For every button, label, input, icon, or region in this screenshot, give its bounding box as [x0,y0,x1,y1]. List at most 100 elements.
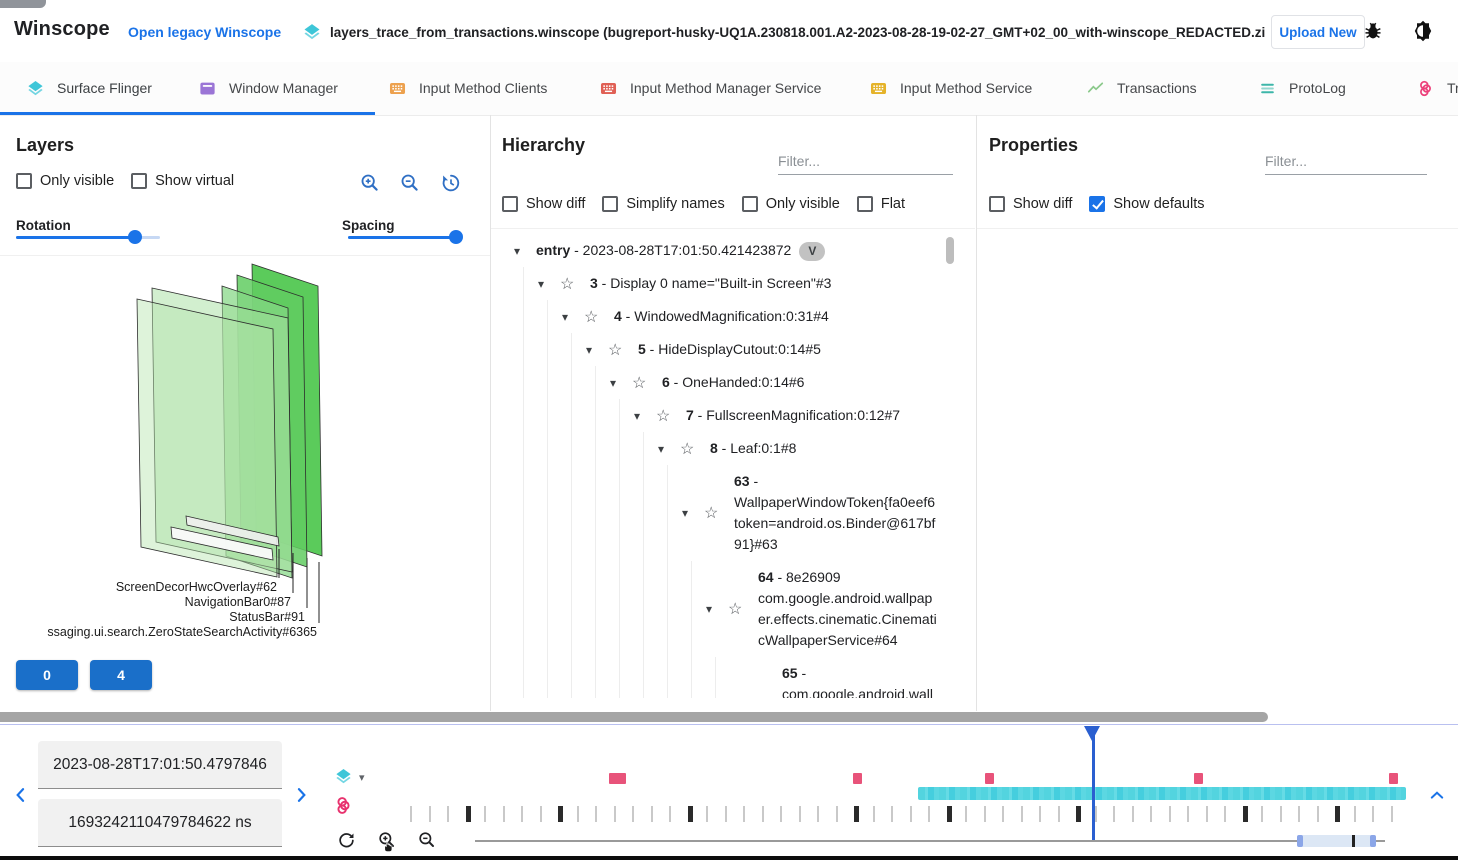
tab-transactions[interactable]: Transactions [1086,62,1197,114]
reset-view-history-icon[interactable] [440,172,462,197]
trace-entry-tick[interactable] [1317,806,1319,822]
trace-entry-tick[interactable] [706,806,708,822]
trace-entry-tick[interactable] [1354,806,1356,822]
expand-caret-icon[interactable]: ▾ [586,343,608,357]
next-entry-chevron-icon[interactable] [291,785,311,808]
trace-entry-tick[interactable] [410,806,412,822]
tab-tr[interactable]: Tr [1416,62,1458,114]
trace-entry-tick[interactable] [1076,806,1081,822]
expand-caret-icon[interactable]: ▾ [658,442,680,456]
trace-entry-tick[interactable] [1298,806,1300,822]
timestamp-ns-field[interactable]: 1693242110479784622 ns [38,799,282,847]
pin-star-icon[interactable]: ☆ [608,340,630,360]
tree-node-7[interactable]: ▾☆7 - FullscreenMagnification:0:12#7 [490,399,956,432]
upload-new-button[interactable]: Upload New [1271,15,1365,49]
properties-checkbox-show-diff[interactable]: Show diff [989,196,1072,212]
trace-entry-tick[interactable] [521,806,523,822]
tree-node-3[interactable]: ▾☆3 - Display 0 name="Built-in Screen"#3 [490,267,956,300]
timestamp-human-field[interactable]: 2023-08-28T17:01:50.4797846 [38,741,282,789]
layers-checkbox-only-visible[interactable]: Only visible [16,173,114,189]
hierarchy-scrollbar[interactable] [946,237,954,264]
dark-mode-toggle-icon[interactable] [1411,19,1435,46]
trace-entry-tick[interactable] [1021,806,1023,822]
trace-entry-tick[interactable] [651,806,653,822]
trace-entry-tick[interactable] [484,806,486,822]
hierarchy-checkbox-show-diff[interactable]: Show diff [502,196,585,212]
tab-input-method-clients[interactable]: Input Method Clients [388,62,547,114]
trace-entry-tick[interactable] [558,806,563,822]
tree-node-8[interactable]: ▾☆8 - Leaf:0:1#8 [490,432,956,465]
trace-entry-tick[interactable] [1206,806,1208,822]
trace-entry-tick[interactable] [799,806,801,822]
transition-marker[interactable] [609,773,626,784]
checkbox-box[interactable] [131,173,147,189]
trace-entry-tick[interactable] [614,806,616,822]
trace-entry-tick[interactable] [429,806,431,822]
layers-3d-view[interactable]: ScreenDecorHwcOverlay#62NavigationBar0#8… [0,256,490,648]
range-slider-selection[interactable] [1300,835,1373,847]
trace-entry-tick[interactable] [688,806,693,822]
hierarchy-checkbox-flat[interactable]: Flat [857,196,905,212]
expand-caret-icon[interactable]: ▾ [562,310,584,324]
tab-surface-flinger[interactable]: Surface Flinger [26,62,152,114]
trace-entry-tick[interactable] [1150,806,1152,822]
layer-id-button-4[interactable]: 4 [90,660,152,690]
trace-entry-tick[interactable] [1058,806,1060,822]
zoom-out-icon[interactable] [399,172,421,197]
trace-entry-tick[interactable] [540,806,542,822]
hierarchy-checkbox-only-visible[interactable]: Only visible [742,196,840,212]
trace-selector-caret-down-icon[interactable]: ▾ [359,771,365,784]
transition-marker[interactable] [1194,773,1203,784]
pin-star-icon[interactable]: ☆ [584,307,606,327]
checkbox-box[interactable] [602,196,618,212]
trace-entry-tick[interactable] [984,806,986,822]
trace-entry-tick[interactable] [1280,806,1282,822]
trace-entry-tick[interactable] [1372,806,1374,822]
rotation-slider-thumb[interactable] [128,230,142,244]
expand-caret-icon[interactable]: ▾ [538,277,560,291]
timeline-cursor-line[interactable] [1092,726,1095,840]
trace-entry-tick[interactable] [1243,806,1248,822]
hierarchy-filter-input[interactable] [778,148,953,175]
transitions-trace-icon[interactable] [333,795,354,819]
tab-window-manager[interactable]: Window Manager [198,62,338,114]
trace-entry-tick[interactable] [1224,806,1226,822]
trace-entry-tick[interactable] [1187,806,1189,822]
checkbox-box[interactable] [742,196,758,212]
timeline-zoom-out-icon[interactable] [417,830,437,853]
pin-star-icon[interactable]: ☆ [680,439,702,459]
tree-node-entry[interactable]: ▾entry - 2023-08-28T17:01:50.421423872V [490,234,956,267]
expand-caret-icon[interactable]: ▾ [706,602,728,616]
checkbox-box[interactable] [16,173,32,189]
collapse-timeline-chevron-icon[interactable] [1428,786,1446,807]
tree-node-65[interactable]: ▾☆65 - com.google.android.wallpaper.effe… [490,657,956,698]
bug-report-icon[interactable] [1362,20,1384,45]
tree-node-63[interactable]: ▾☆63 - WallpaperWindowToken{fa0eef6 toke… [490,465,956,561]
trace-entry-tick[interactable] [780,806,782,822]
range-slider-handle-right[interactable] [1370,835,1376,847]
trace-entry-tick[interactable] [762,806,764,822]
trace-entry-tick[interactable] [873,806,875,822]
tree-node-4[interactable]: ▾☆4 - WindowedMagnification:0:31#4 [490,300,956,333]
trace-entry-tick[interactable] [577,806,579,822]
hierarchy-checkbox-simplify-names[interactable]: Simplify names [602,196,724,212]
trace-entry-tick[interactable] [1132,806,1134,822]
trace-entry-tick[interactable] [836,806,838,822]
trace-entry-tick[interactable] [743,806,745,822]
open-legacy-link[interactable]: Open legacy Winscope [128,24,281,40]
transition-marker[interactable] [1389,773,1398,784]
trace-entry-tick[interactable] [817,806,819,822]
tab-input-method-service[interactable]: Input Method Service [869,62,1032,114]
trace-entry-tick[interactable] [854,806,859,822]
trace-entry-tick[interactable] [632,806,634,822]
sf-trace-layers-icon[interactable] [334,767,353,789]
checkbox-box[interactable] [989,196,1005,212]
layer-id-button-0[interactable]: 0 [16,660,78,690]
pin-star-icon[interactable]: ☆ [728,599,750,619]
tree-node-5[interactable]: ▾☆5 - HideDisplayCutout:0:14#5 [490,333,956,366]
expand-caret-icon[interactable]: ▾ [514,244,536,258]
trace-entry-tick[interactable] [965,806,967,822]
trace-entry-tick[interactable] [447,806,449,822]
trace-entry-tick[interactable] [1335,806,1340,822]
tree-node-64[interactable]: ▾☆64 - 8e26909 com.google.android.wallpa… [490,561,956,657]
